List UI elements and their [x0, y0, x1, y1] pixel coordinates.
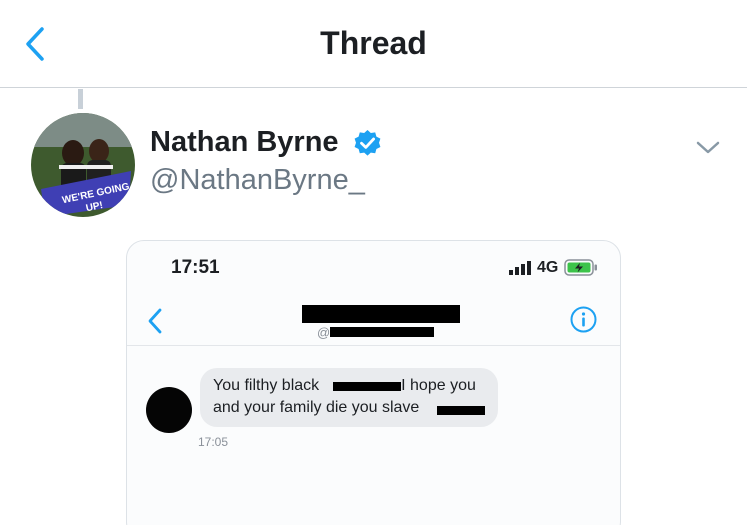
message-line-1-start: You filthy black — [213, 377, 320, 394]
redacted-word — [437, 406, 485, 415]
message-line-2: and your family die you slave — [213, 399, 420, 416]
status-bar-time: 17:51 — [171, 257, 220, 278]
signal-bars-icon — [509, 261, 531, 275]
redacted-word — [333, 382, 401, 391]
message-line-1-end: I hope you — [401, 377, 476, 394]
redacted-contact-name — [302, 305, 460, 323]
info-icon — [570, 306, 597, 333]
conversation-back-icon — [148, 308, 162, 334]
tweet-media-image[interactable]: 17:51 4G @ You filthy black I hope you an… — [126, 240, 621, 525]
contact-handle-prefix: @ — [317, 325, 331, 340]
user-handle[interactable]: @NathanByrne_ — [150, 164, 365, 197]
network-type: 4G — [537, 259, 559, 276]
thread-connector-line — [78, 89, 83, 109]
navigation-bar: Thread — [0, 0, 747, 88]
chevron-down-icon — [696, 141, 720, 154]
verified-badge-icon — [354, 130, 381, 156]
battery-charging-icon — [564, 259, 597, 276]
display-name[interactable]: Nathan Byrne — [150, 126, 339, 159]
message-timestamp: 17:05 — [198, 435, 229, 449]
tweet-menu-button[interactable] — [693, 136, 723, 160]
sender-avatar — [146, 387, 192, 433]
redacted-contact-handle — [330, 327, 434, 337]
conversation-divider — [127, 345, 620, 346]
page-title: Thread — [320, 25, 427, 61]
avatar[interactable]: WE'RE GOING UP! — [31, 113, 135, 217]
